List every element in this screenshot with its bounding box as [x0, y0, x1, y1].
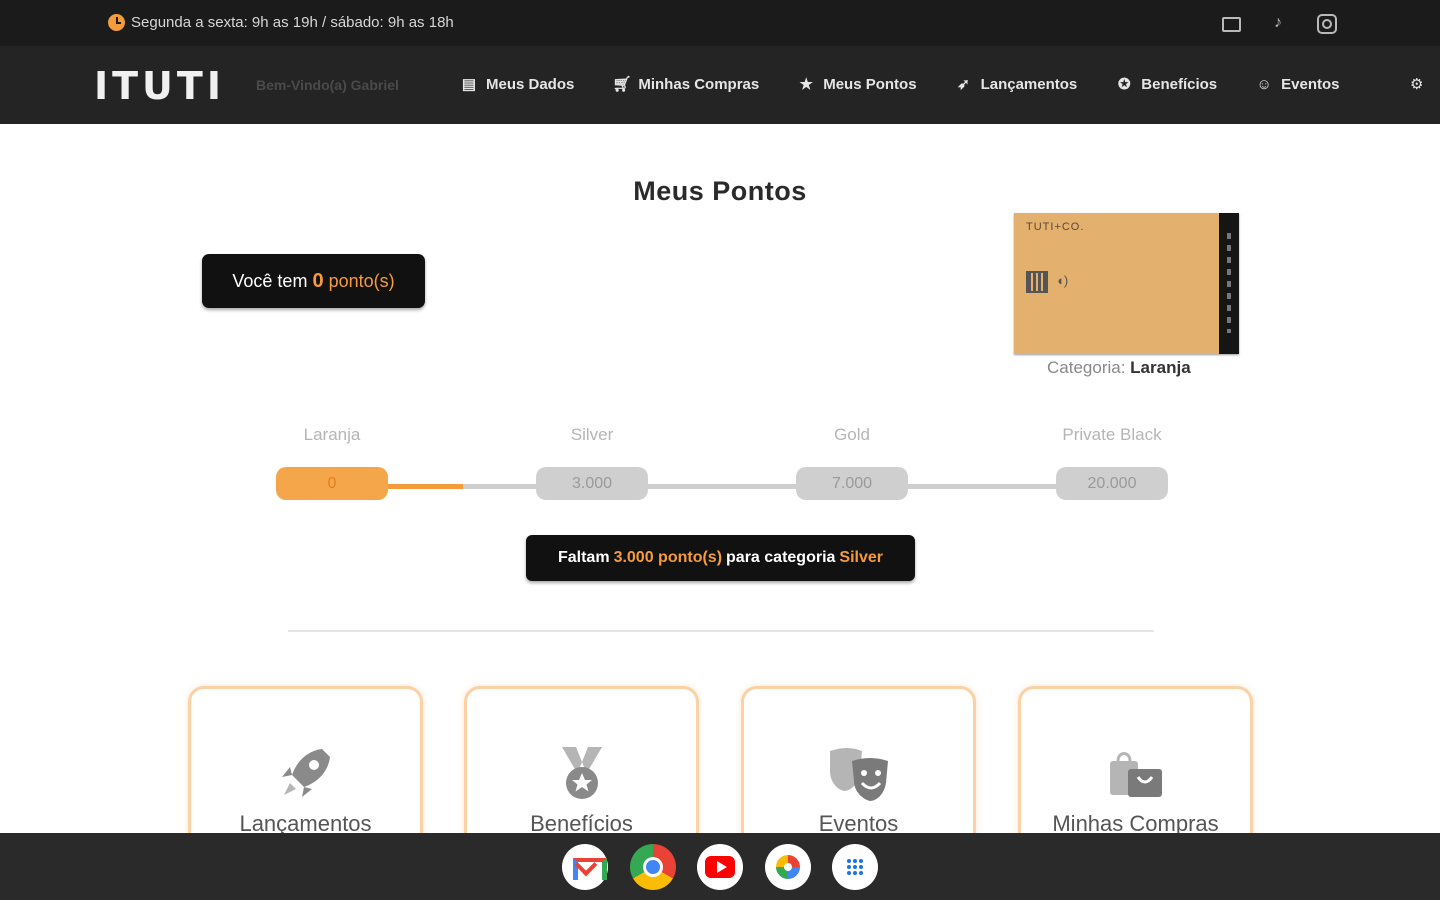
- nav-item-label: Benefícios: [1141, 75, 1218, 93]
- level-label-laranja: Laranja: [303, 425, 361, 444]
- nav-item-beneficios[interactable]: ✪ Benefícios: [1115, 75, 1218, 94]
- photos-icon[interactable]: [765, 844, 811, 890]
- rocket-icon: ➶: [957, 76, 970, 93]
- nav-item-label: Meus Pontos: [823, 75, 917, 93]
- tile-beneficios[interactable]: Benefícios: [464, 686, 699, 856]
- points-remaining-message: Faltam 3.000 ponto(s) para categoria Sil…: [526, 535, 915, 581]
- card-strip: [1219, 213, 1239, 354]
- membership-card: TUTI+CO. ◖): [1014, 213, 1239, 354]
- rocket-icon: [191, 743, 420, 808]
- level-label-silver: Silver: [570, 425, 614, 444]
- tile-eventos[interactable]: Eventos: [741, 686, 976, 856]
- nav-item-minhas-compras[interactable]: 🛒︎ Minhas Compras: [612, 75, 760, 94]
- divider: [288, 630, 1154, 632]
- remaining-next-category: Silver: [839, 549, 884, 566]
- nav-item-label: Lançamentos: [980, 75, 1078, 93]
- category-label: Categoria:: [1047, 358, 1126, 377]
- main-nav: ITUTI Bem-Vindo(a) Gabriel ▤ Meus Dados …: [0, 46, 1440, 124]
- remaining-points: 3.000 ponto(s): [613, 549, 723, 566]
- level-threshold-private-black: 20.000: [1056, 467, 1168, 500]
- youtube-icon[interactable]: [697, 844, 743, 890]
- points-summary: Você tem 0 ponto(s): [202, 254, 425, 308]
- qr-code-icon: [1026, 271, 1048, 293]
- nav-item-label: Minhas Compras: [638, 75, 760, 93]
- medal-icon: [467, 743, 696, 808]
- logo[interactable]: ITUTI: [94, 64, 225, 108]
- level-label-gold: Gold: [834, 425, 870, 444]
- nav-item-meus-pontos[interactable]: ★ Meus Pontos: [797, 75, 917, 94]
- medal-icon: ✪: [1117, 76, 1131, 93]
- category-line: Categoria: Laranja: [1047, 358, 1191, 378]
- progress-track: [330, 484, 1112, 489]
- tiktok-icon[interactable]: ♪: [1267, 12, 1289, 34]
- instagram-icon[interactable]: [1315, 12, 1337, 34]
- nav-item-label: Meus Dados: [486, 75, 575, 93]
- nav-item-label: Eventos: [1281, 75, 1340, 93]
- level-threshold-silver: 3.000: [536, 467, 648, 500]
- masks-icon: ☺: [1256, 75, 1272, 93]
- star-icon: ★: [799, 76, 813, 93]
- id-card-icon: ▤: [461, 76, 477, 93]
- shopping-bag-icon: [1021, 743, 1250, 808]
- card-brand: TUTI+CO.: [1026, 221, 1085, 233]
- os-shelf: [0, 833, 1440, 900]
- business-hours: Segunda a sexta: 9h as 19h / sábado: 9h …: [108, 14, 454, 31]
- nav-item-lancamentos[interactable]: ➶ Lançamentos: [955, 75, 1078, 94]
- nav-overflow-icon[interactable]: ⚙: [1410, 75, 1423, 93]
- chrome-icon[interactable]: [630, 844, 676, 890]
- mail-icon[interactable]: [1219, 12, 1241, 34]
- welcome-text: Bem-Vindo(a) Gabriel: [256, 77, 399, 93]
- tile-minhas-compras[interactable]: Minhas Compras: [1018, 686, 1253, 856]
- masks-icon: [744, 743, 973, 808]
- category-value: Laranja: [1130, 358, 1191, 377]
- nav-items: ▤ Meus Dados 🛒︎ Minhas Compras ★ Meus Po…: [460, 75, 1377, 94]
- nav-item-eventos[interactable]: ☺ Eventos: [1255, 76, 1339, 93]
- cart-icon: 🛒︎: [612, 76, 632, 93]
- remaining-prefix: Faltam: [557, 549, 610, 566]
- tile-lancamentos[interactable]: Lançamentos: [188, 686, 423, 856]
- points-prefix: Você tem: [232, 270, 308, 291]
- remaining-middle: para categoria: [726, 549, 836, 566]
- level-label-private-black: Private Black: [1062, 425, 1162, 444]
- points-unit: ponto(s): [328, 270, 395, 291]
- top-info-bar: Segunda a sexta: 9h as 19h / sábado: 9h …: [0, 0, 1440, 46]
- level-threshold-laranja: 0: [276, 467, 388, 500]
- nav-item-meus-dados[interactable]: ▤ Meus Dados: [460, 75, 575, 94]
- contactless-icon: ◖): [1056, 273, 1069, 288]
- launcher-icon[interactable]: [832, 844, 878, 890]
- points-value: 0: [312, 269, 324, 292]
- clock-icon: [108, 14, 125, 31]
- page-title: Meus Pontos: [633, 176, 807, 206]
- gmail-icon[interactable]: [562, 844, 608, 890]
- business-hours-text: Segunda a sexta: 9h as 19h / sábado: 9h …: [131, 14, 454, 31]
- level-threshold-gold: 7.000: [796, 467, 908, 500]
